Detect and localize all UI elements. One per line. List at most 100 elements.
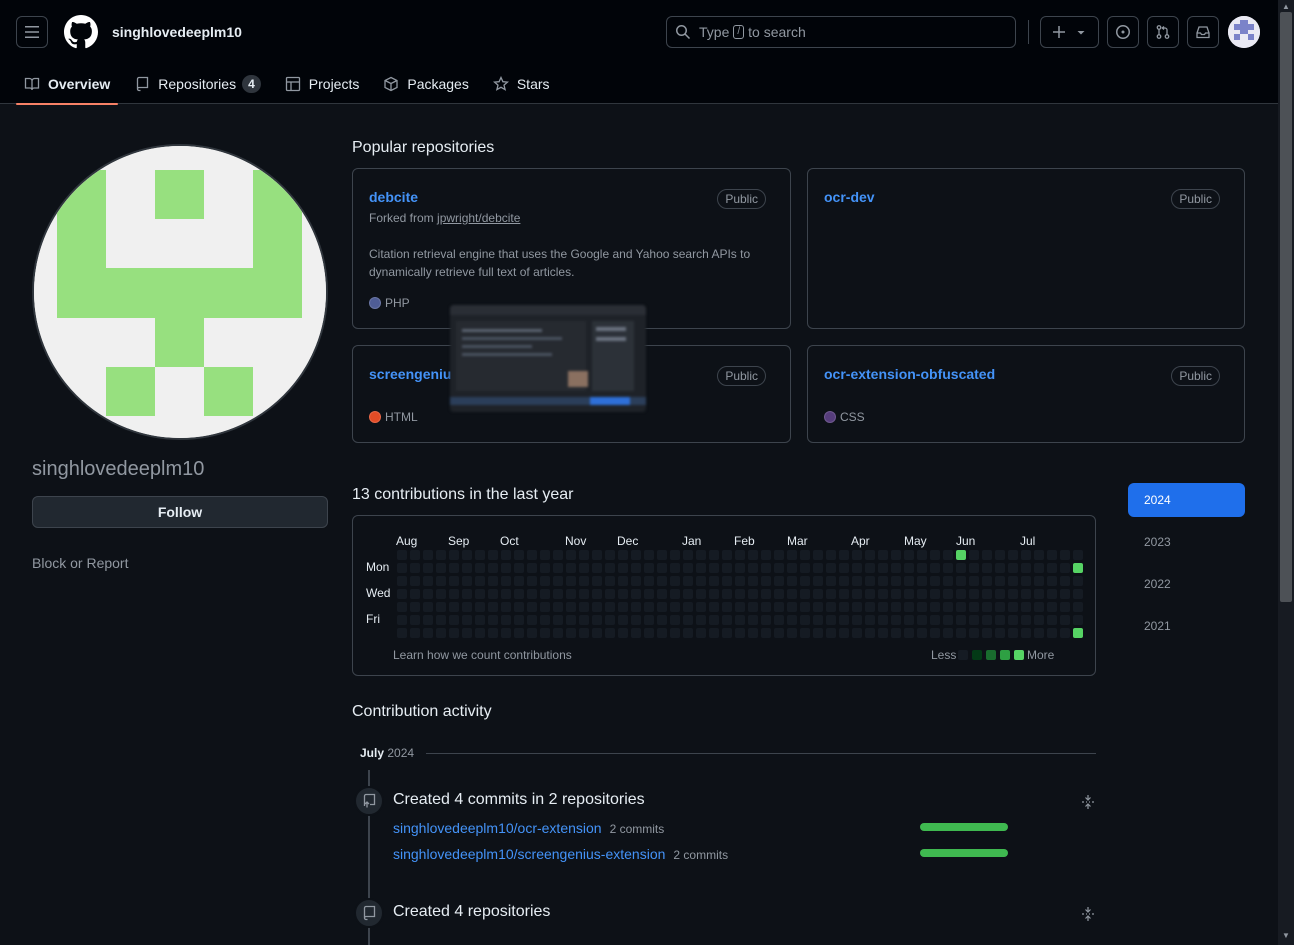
- contribution-cell[interactable]: [527, 615, 537, 625]
- contribution-cell[interactable]: [852, 628, 862, 638]
- contribution-cell[interactable]: [683, 576, 693, 586]
- contribution-cell[interactable]: [995, 563, 1005, 573]
- contribution-cell[interactable]: [644, 589, 654, 599]
- contribution-cell[interactable]: [852, 576, 862, 586]
- contribution-cell[interactable]: [891, 628, 901, 638]
- contribution-cell[interactable]: [501, 563, 511, 573]
- contribution-cell[interactable]: [839, 576, 849, 586]
- contribution-cell[interactable]: [449, 576, 459, 586]
- contribution-cell[interactable]: [423, 615, 433, 625]
- contribution-cell[interactable]: [397, 550, 407, 560]
- contribution-cell[interactable]: [878, 628, 888, 638]
- contribution-cell[interactable]: [631, 602, 641, 612]
- contribution-cell[interactable]: [826, 563, 836, 573]
- contribution-cell[interactable]: [1008, 602, 1018, 612]
- contribution-cell[interactable]: [553, 615, 563, 625]
- contribution-cell[interactable]: [761, 576, 771, 586]
- contribution-cell[interactable]: [1008, 550, 1018, 560]
- contribution-cell[interactable]: [1073, 589, 1083, 599]
- contribution-cell[interactable]: [605, 576, 615, 586]
- contribution-cell[interactable]: [943, 563, 953, 573]
- contribution-cell[interactable]: [553, 550, 563, 560]
- contribution-cell[interactable]: [1008, 563, 1018, 573]
- contribution-cell[interactable]: [1021, 563, 1031, 573]
- contribution-cell[interactable]: [527, 589, 537, 599]
- contribution-cell[interactable]: [475, 550, 485, 560]
- contribution-cell[interactable]: [631, 550, 641, 560]
- contribution-cell[interactable]: [748, 628, 758, 638]
- contribution-cell[interactable]: [696, 602, 706, 612]
- contribution-cell[interactable]: [553, 628, 563, 638]
- contribution-cell[interactable]: [449, 602, 459, 612]
- contribution-cell[interactable]: [1034, 589, 1044, 599]
- contribution-cell[interactable]: [1073, 550, 1083, 560]
- contribution-cell[interactable]: [748, 563, 758, 573]
- contribution-cell[interactable]: [501, 602, 511, 612]
- contribution-cell[interactable]: [761, 550, 771, 560]
- contribution-cell[interactable]: [904, 615, 914, 625]
- repo-link-ocr-extension-obfuscated[interactable]: ocr-extension-obfuscated: [824, 366, 995, 382]
- contribution-cell[interactable]: [605, 602, 615, 612]
- contribution-cell[interactable]: [930, 589, 940, 599]
- tab-packages[interactable]: Packages: [375, 64, 476, 104]
- contribution-cell[interactable]: [696, 550, 706, 560]
- contribution-cell[interactable]: [423, 550, 433, 560]
- contribution-cell[interactable]: [475, 615, 485, 625]
- contribution-cell[interactable]: [501, 589, 511, 599]
- contribution-cell[interactable]: [553, 602, 563, 612]
- contribution-cell[interactable]: [618, 602, 628, 612]
- contribution-cell[interactable]: [995, 628, 1005, 638]
- contribution-cell[interactable]: [397, 563, 407, 573]
- user-avatar-button[interactable]: [1228, 16, 1260, 48]
- contribution-cell[interactable]: [1021, 589, 1031, 599]
- contribution-cell[interactable]: [956, 576, 966, 586]
- contribution-cell[interactable]: [1021, 576, 1031, 586]
- contribution-cell[interactable]: [579, 602, 589, 612]
- contribution-cell[interactable]: [1034, 602, 1044, 612]
- contribution-cell[interactable]: [527, 628, 537, 638]
- contribution-cell[interactable]: [1008, 589, 1018, 599]
- activity-repo-link[interactable]: singhlovedeeplm10/screengenius-extension: [393, 846, 665, 862]
- contribution-cell[interactable]: [865, 550, 875, 560]
- contribution-cell[interactable]: [657, 602, 667, 612]
- contribution-cell[interactable]: [709, 589, 719, 599]
- contribution-cell[interactable]: [436, 563, 446, 573]
- contribution-cell[interactable]: [618, 563, 628, 573]
- contribution-cell[interactable]: [735, 563, 745, 573]
- contribution-cell[interactable]: [826, 576, 836, 586]
- contribution-cell[interactable]: [527, 576, 537, 586]
- contribution-cell[interactable]: [592, 563, 602, 573]
- contribution-cell[interactable]: [722, 602, 732, 612]
- contribution-cell[interactable]: [670, 602, 680, 612]
- contribution-cell[interactable]: [1021, 550, 1031, 560]
- repo-link-ocr-dev[interactable]: ocr-dev: [824, 189, 875, 205]
- contribution-cell[interactable]: [423, 589, 433, 599]
- contribution-cell[interactable]: [475, 563, 485, 573]
- contribution-cell[interactable]: [917, 576, 927, 586]
- contribution-cell[interactable]: [1008, 615, 1018, 625]
- contribution-cell[interactable]: [995, 589, 1005, 599]
- contribution-cell[interactable]: [657, 550, 667, 560]
- contribution-cell[interactable]: [1047, 576, 1057, 586]
- contribution-cell[interactable]: [852, 615, 862, 625]
- contribution-cell[interactable]: [722, 589, 732, 599]
- scrollbar-thumb[interactable]: [1280, 12, 1292, 602]
- contribution-cell[interactable]: [644, 550, 654, 560]
- contribution-cell[interactable]: [475, 589, 485, 599]
- contribution-cell[interactable]: [878, 615, 888, 625]
- tab-repositories[interactable]: Repositories 4: [126, 64, 269, 104]
- contribution-cell[interactable]: [631, 628, 641, 638]
- contribution-cell[interactable]: [475, 628, 485, 638]
- contribution-cell[interactable]: [540, 550, 550, 560]
- contribution-cell[interactable]: [514, 589, 524, 599]
- forked-from-link[interactable]: jpwright/debcite: [437, 211, 520, 225]
- contribution-cell[interactable]: [826, 628, 836, 638]
- contribution-cell[interactable]: [579, 589, 589, 599]
- contribution-cell[interactable]: [969, 589, 979, 599]
- contribution-cell[interactable]: [657, 628, 667, 638]
- contribution-cell[interactable]: [592, 602, 602, 612]
- contribution-cell[interactable]: [774, 550, 784, 560]
- contribution-cell[interactable]: [917, 563, 927, 573]
- contribution-cell[interactable]: [969, 602, 979, 612]
- contribution-cell[interactable]: [527, 602, 537, 612]
